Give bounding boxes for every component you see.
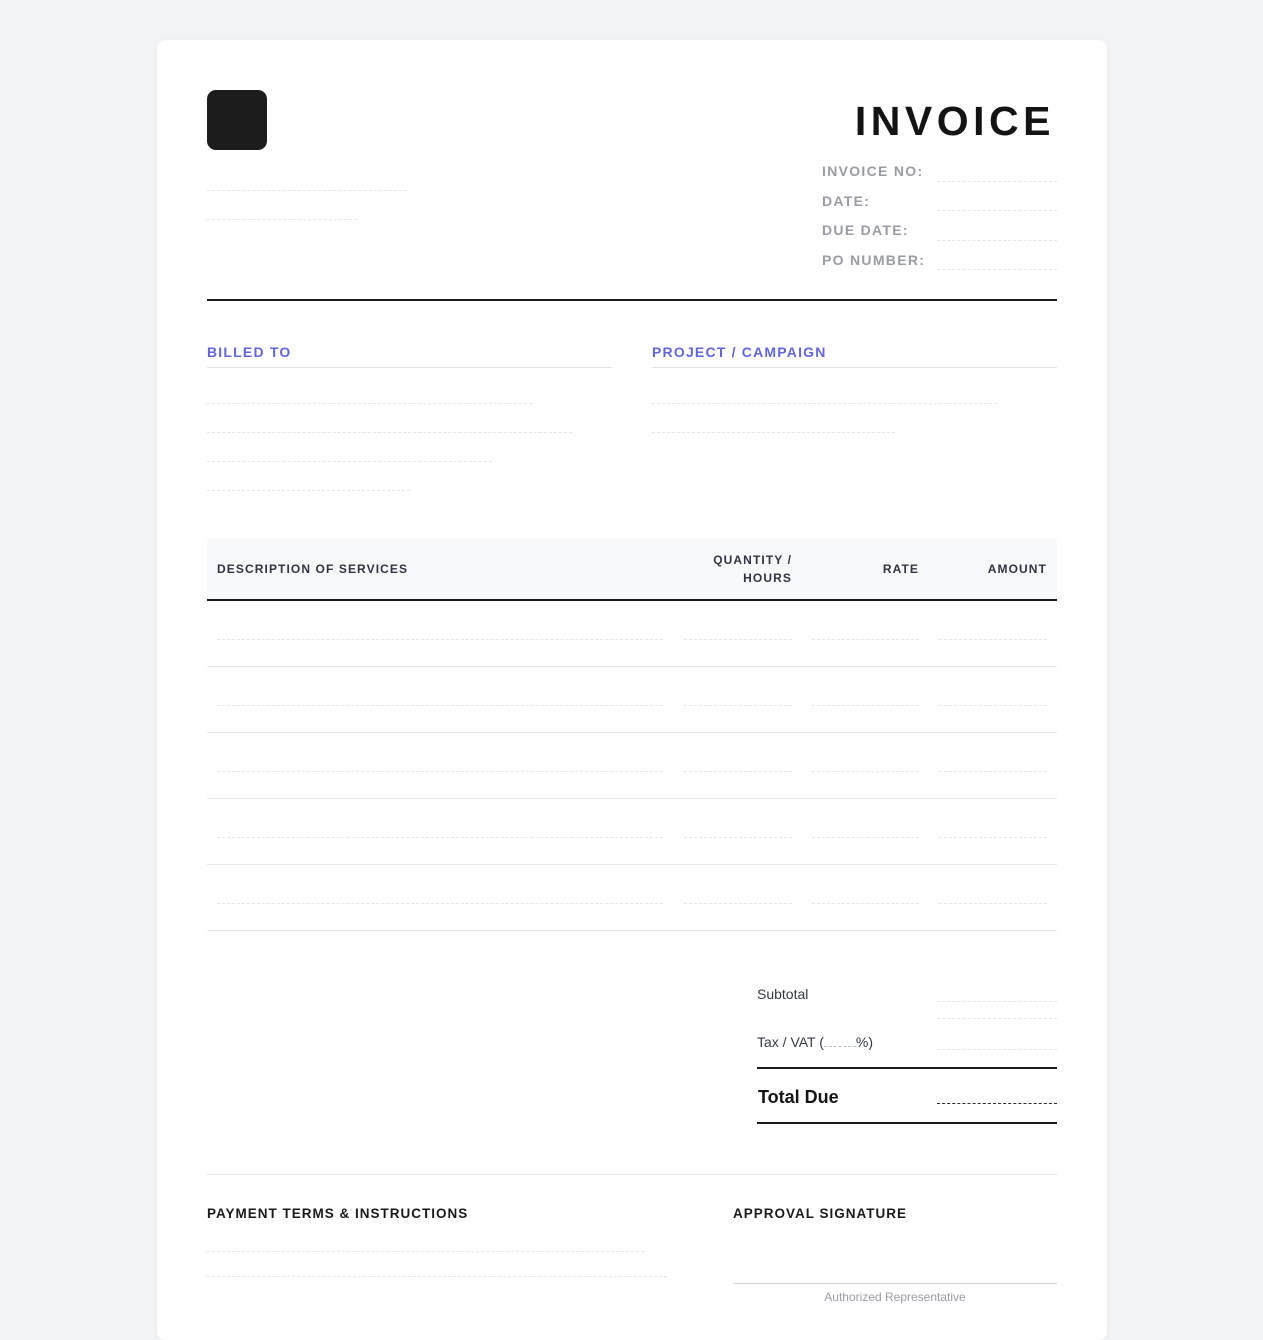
description-header: DESCRIPTION OF SERVICES [217,562,409,576]
description-field[interactable] [217,639,663,640]
description-field[interactable] [217,903,663,904]
row-divider [207,864,1057,865]
invoice-no-label: INVOICE NO: [822,163,924,179]
description-field[interactable] [217,705,663,706]
po-number-field[interactable] [937,269,1057,270]
quantity-field[interactable] [684,837,792,838]
date-field[interactable] [937,210,1057,211]
row-divider [207,732,1057,733]
rate-field[interactable] [812,705,919,706]
project-line-1[interactable] [652,403,997,404]
quantity-field[interactable] [684,705,792,706]
description-field[interactable] [217,771,663,772]
quantity-header: QUANTITY / HOURS [713,551,792,587]
total-due-field[interactable] [937,1103,1057,1104]
amount-field[interactable] [939,771,1047,772]
amount-field[interactable] [939,903,1047,904]
billed-to-underline [207,367,612,368]
header-divider [207,299,1057,301]
rate-field[interactable] [812,639,919,640]
quantity-header-line-1: QUANTITY / [713,553,792,567]
invoice-title: INVOICE [854,98,1055,144]
footer-divider [207,1174,1057,1175]
quantity-field[interactable] [684,639,792,640]
row-divider [207,930,1057,931]
total-bottom-rule [757,1122,1057,1124]
project-line-2[interactable] [652,432,895,433]
total-top-rule [757,1067,1057,1069]
payment-terms-line-2[interactable] [207,1276,667,1277]
po-number-label: PO NUMBER: [822,252,926,268]
due-date-label: DUE DATE: [822,222,909,238]
payment-terms-line-1[interactable] [207,1251,644,1252]
description-field[interactable] [217,837,663,838]
quantity-field[interactable] [684,903,792,904]
amount-header: AMOUNT [987,562,1047,576]
amount-field[interactable] [939,837,1047,838]
tax-rate-field[interactable] [823,1036,856,1047]
total-due-label: Total Due [758,1087,839,1107]
date-label: DATE: [822,193,871,209]
rate-header: RATE [882,562,919,576]
subtotal-label: Subtotal [757,986,809,1002]
signature-caption: Authorized Representative [824,1290,966,1304]
row-divider [207,666,1057,667]
amount-field[interactable] [939,705,1047,706]
approval-heading: APPROVAL SIGNATURE [733,1206,908,1221]
signature-line[interactable] [733,1283,1057,1284]
billed-to-line-1[interactable] [207,403,532,404]
tax-field[interactable] [937,1049,1057,1050]
quantity-field[interactable] [684,771,792,772]
billed-to-line-2[interactable] [207,432,572,433]
tax-label-suffix: %) [855,1034,874,1050]
invoice-no-field[interactable] [937,181,1057,182]
amount-field[interactable] [939,639,1047,640]
billed-to-heading: BILLED TO [207,344,292,360]
project-heading: PROJECT / CAMPAIGN [652,344,827,360]
services-table-header: DESCRIPTION OF SERVICES QUANTITY / HOURS… [207,539,1057,601]
quantity-header-line-2: HOURS [743,571,792,585]
invoice-page: INVOICE INVOICE NO: DATE: DUE DATE: PO N… [157,40,1107,1340]
project-underline [652,367,1057,368]
tax-label-prefix: Tax / VAT ( [757,1034,824,1050]
company-logo [207,90,267,150]
billed-to-line-4[interactable] [207,490,410,491]
due-date-field[interactable] [937,240,1057,241]
row-divider [207,798,1057,799]
rate-field[interactable] [812,837,919,838]
rate-field[interactable] [812,903,919,904]
company-address-line[interactable] [207,219,357,220]
billed-to-line-3[interactable] [207,461,492,462]
subtotal-field[interactable] [937,1001,1057,1002]
company-name-line[interactable] [207,190,407,191]
subtotal-field-underline [937,1018,1057,1019]
tax-label: Tax / VAT (%) [757,1034,873,1050]
payment-terms-heading: PAYMENT TERMS & INSTRUCTIONS [207,1206,469,1221]
rate-field[interactable] [812,771,919,772]
